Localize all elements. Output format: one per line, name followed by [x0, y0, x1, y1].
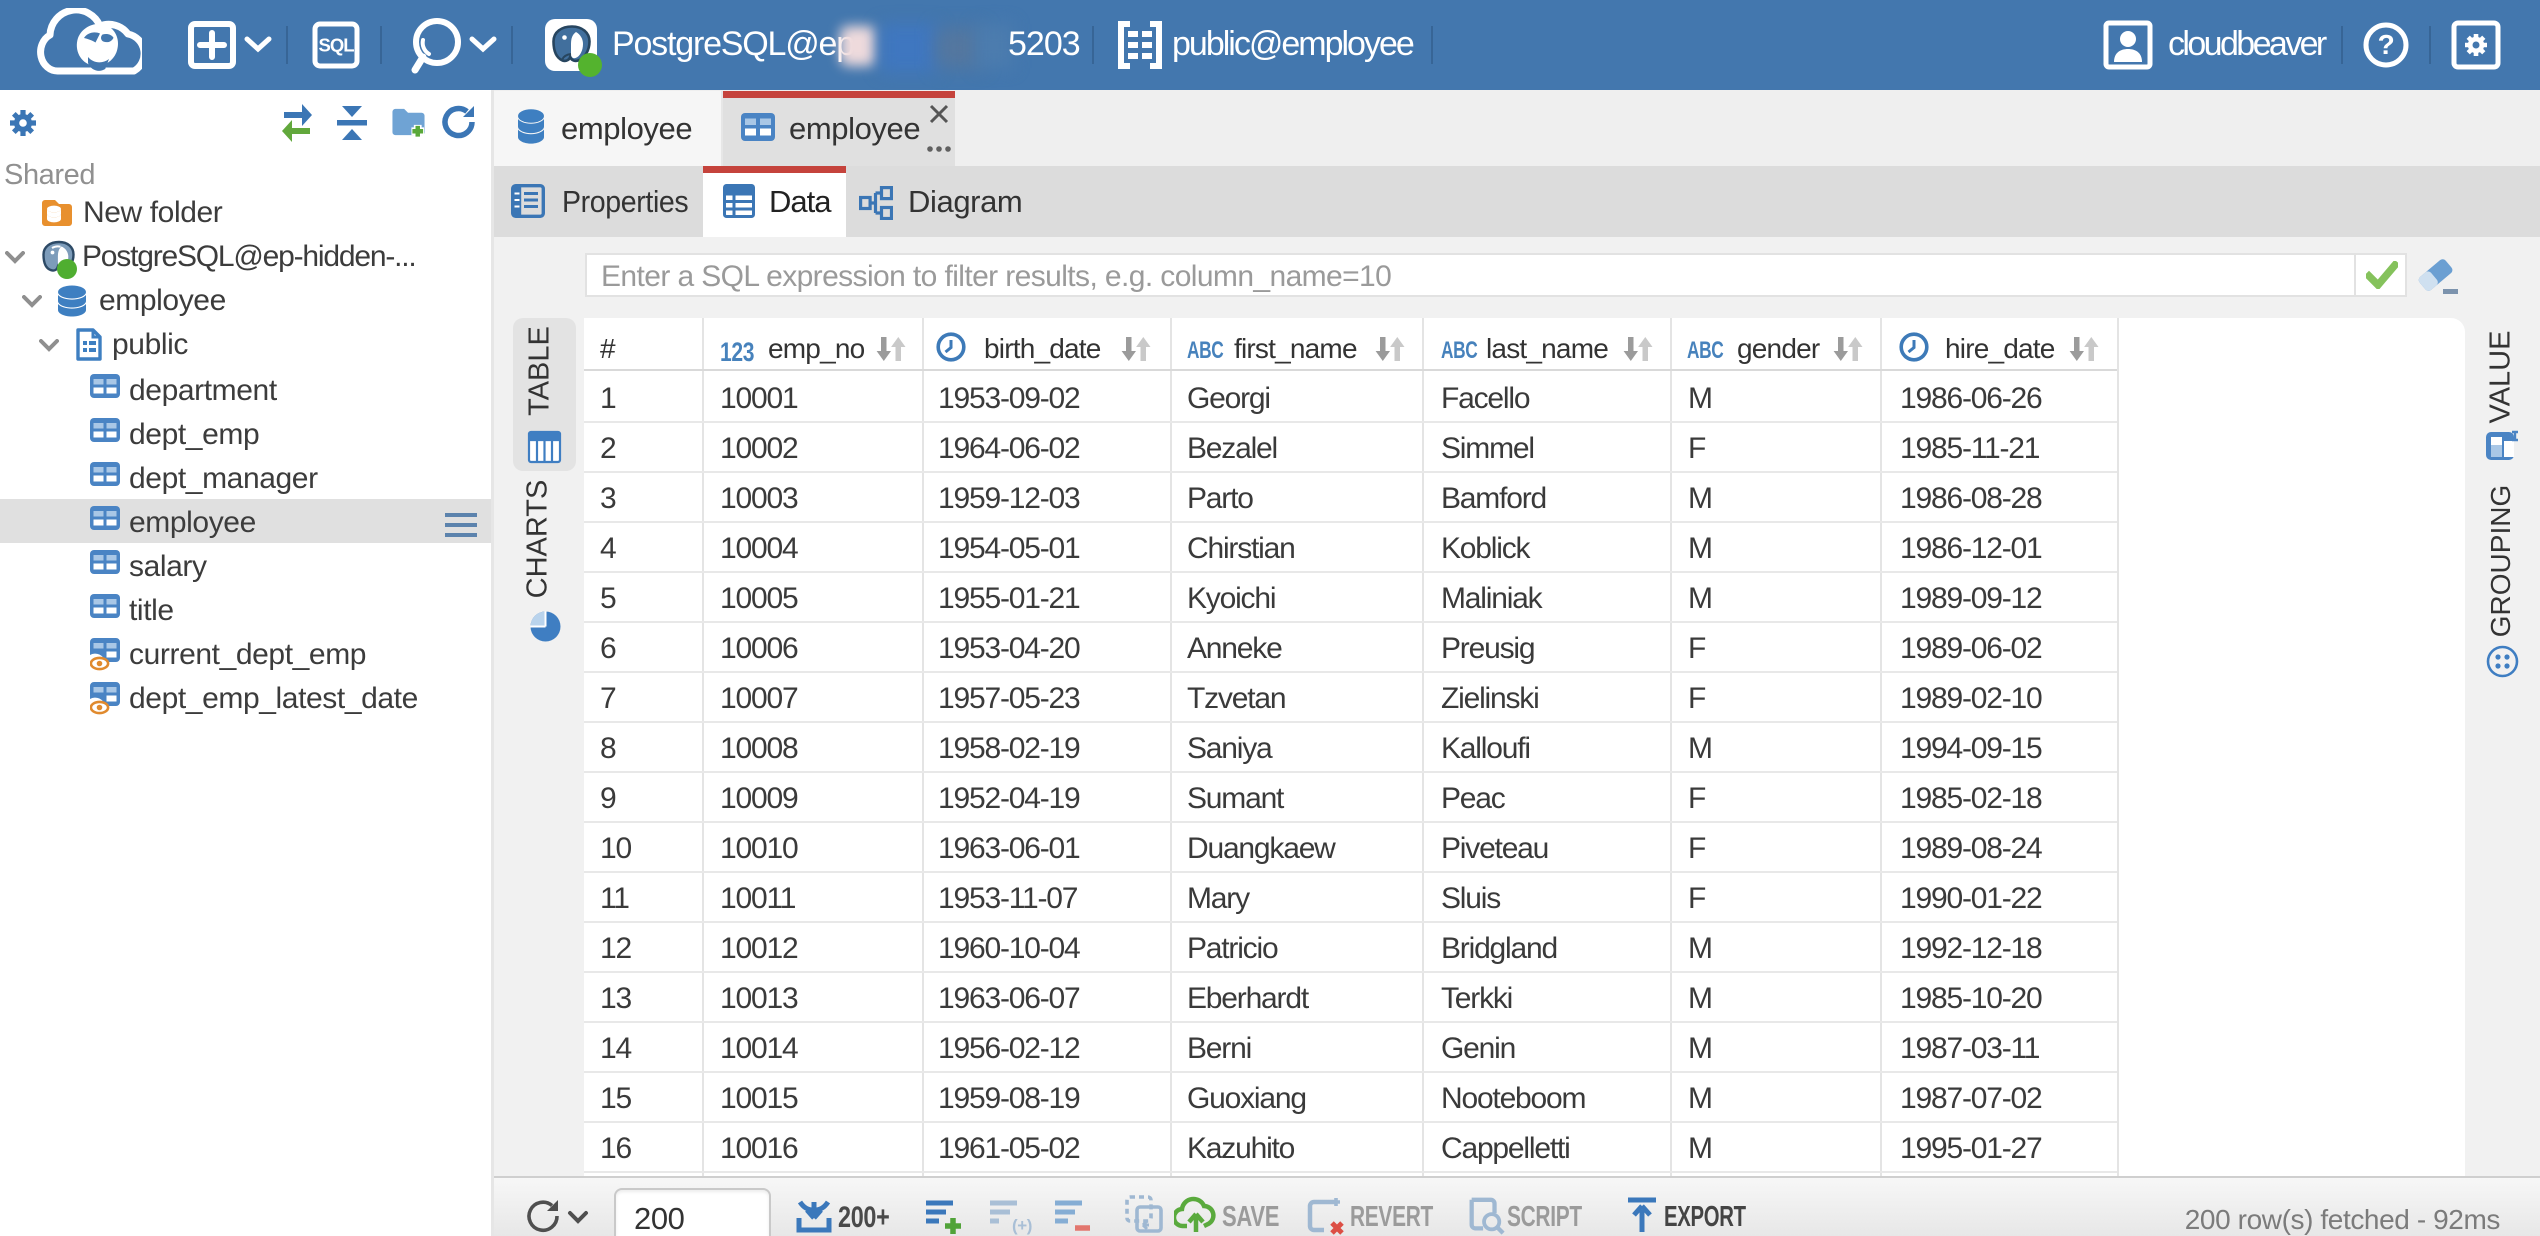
svg-text:?: ? [2378, 29, 2395, 60]
svg-text:SQL: SQL [318, 35, 354, 56]
svg-text:(+): (+) [1012, 1216, 1032, 1235]
